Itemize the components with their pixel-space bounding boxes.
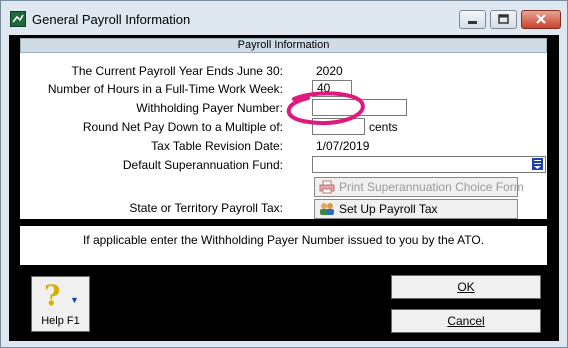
state-payroll-tax-label: State or Territory Payroll Tax: (129, 201, 283, 215)
tax-table-value: 1/07/2019 (316, 139, 370, 153)
minimize-button[interactable] (459, 10, 486, 29)
hours-field[interactable]: 40 (312, 80, 352, 97)
cancel-label: Cancel (447, 314, 485, 328)
setup-payroll-tax-button[interactable]: Set Up Payroll Tax (314, 199, 518, 219)
printer-icon (319, 180, 335, 194)
print-super-choice-button[interactable]: Print Superannuation Choice Form (314, 177, 524, 197)
withholding-payer-field[interactable] (312, 99, 407, 116)
round-net-pay-field[interactable] (312, 118, 365, 135)
ok-button[interactable]: OK (391, 275, 541, 299)
help-question-icon: ? (44, 279, 61, 312)
people-icon (320, 203, 334, 215)
tax-table-label: Tax Table Revision Date: (151, 139, 283, 153)
payroll-info-panel: The Current Payroll Year Ends June 30: 2… (20, 53, 547, 219)
year-value: 2020 (316, 64, 343, 78)
hours-label: Number of Hours in a Full-Time Work Week… (47, 82, 283, 96)
help-button[interactable]: ? ▼ Help F1 (31, 276, 90, 332)
super-fund-label: Default Superannuation Fund: (122, 158, 283, 172)
maximize-icon (498, 14, 509, 24)
ok-label: OK (457, 280, 475, 294)
app-icon (10, 11, 26, 27)
round-net-pay-label: Round Net Pay Down to a Multiple of: (82, 120, 283, 134)
year-label: The Current Payroll Year Ends June 30: (71, 64, 283, 78)
super-fund-select[interactable] (312, 156, 546, 173)
close-button[interactable] (521, 10, 561, 29)
info-message: If applicable enter the Withholding Paye… (20, 226, 547, 265)
window-title: General Payroll Information (32, 12, 191, 27)
payroll-info-header: Payroll Information (20, 38, 547, 53)
chevron-down-icon: ▼ (70, 295, 79, 305)
dropdown-list-icon[interactable] (532, 158, 543, 170)
help-label: Help F1 (41, 315, 80, 327)
cents-label: cents (369, 120, 398, 134)
dialog-body: Payroll Information The Current Payroll … (9, 35, 559, 341)
cancel-button[interactable]: Cancel (391, 309, 541, 333)
print-super-choice-label: Print Superannuation Choice Form (339, 180, 524, 194)
withholding-payer-label: Withholding Payer Number: (136, 101, 283, 115)
title-bar: General Payroll Information (1, 1, 567, 37)
close-icon (536, 14, 546, 24)
minimize-icon (468, 21, 477, 24)
payroll-window: General Payroll Information Payroll Info… (0, 0, 568, 348)
maximize-button[interactable] (490, 10, 517, 29)
setup-payroll-tax-label: Set Up Payroll Tax (339, 202, 438, 216)
